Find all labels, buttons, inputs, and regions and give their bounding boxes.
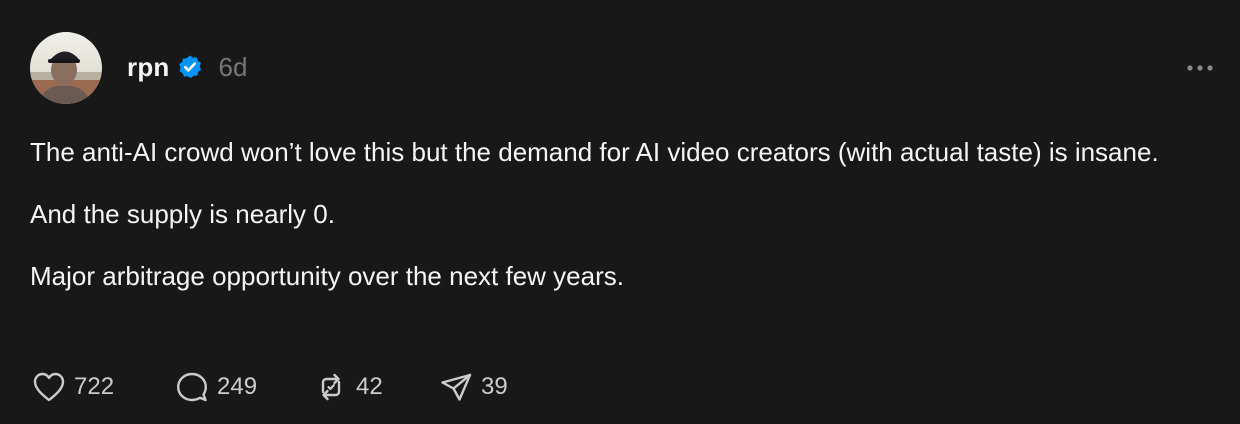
avatar-photo-icon — [30, 32, 102, 104]
post-paragraph: The anti-AI crowd won’t love this but th… — [30, 137, 1159, 167]
post-paragraph: And the supply is nearly 0. — [30, 199, 335, 229]
like-count: 722 — [74, 373, 115, 400]
verified-badge-icon — [177, 54, 203, 80]
repost-count: 42 — [356, 373, 383, 400]
more-options-button[interactable] — [1184, 56, 1216, 80]
more-horizontal-icon — [1187, 65, 1213, 71]
author-row: rpn 6d — [127, 52, 247, 83]
thread-post: rpn 6d The anti-AI crowd won’t love this… — [0, 0, 1240, 424]
reply-button[interactable]: 249 — [175, 371, 314, 403]
comment-icon — [177, 372, 207, 402]
repost-button[interactable]: 42 — [314, 371, 439, 403]
share-button[interactable]: 39 — [439, 371, 508, 403]
reply-count: 249 — [217, 373, 258, 400]
post-body: The anti-AI crowd won’t love this but th… — [30, 133, 1190, 319]
heart-icon — [33, 372, 65, 402]
like-button[interactable]: 722 — [32, 371, 175, 403]
share-count: 39 — [481, 373, 508, 400]
post-header: rpn 6d — [30, 32, 247, 104]
post-timestamp[interactable]: 6d — [218, 52, 247, 83]
post-actions: 722 249 42 39 — [32, 368, 508, 406]
post-paragraph: Major arbitrage opportunity over the nex… — [30, 261, 624, 291]
send-icon — [441, 373, 472, 401]
avatar[interactable] — [30, 32, 102, 104]
username-link[interactable]: rpn — [127, 52, 169, 83]
repost-icon — [321, 373, 341, 401]
